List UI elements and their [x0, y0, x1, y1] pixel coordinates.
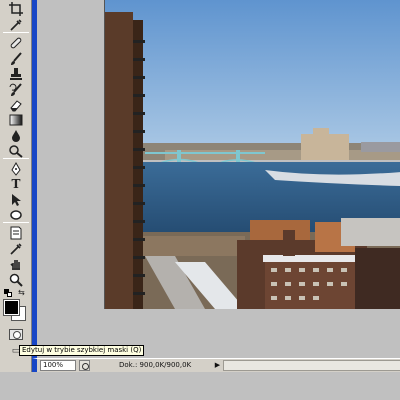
shape-icon[interactable]	[6, 207, 26, 223]
horizontal-scrollbar[interactable]	[223, 360, 400, 371]
status-bar: 100% Dok.: 900,0K/900,0K ▶	[32, 358, 400, 372]
eraser-icon[interactable]	[6, 97, 26, 113]
eyedropper-icon[interactable]	[6, 17, 26, 33]
document-size-info: Dok.: 900,0K/900,0K	[119, 361, 192, 369]
zoom-level-field[interactable]: 100%	[40, 360, 76, 371]
zoom-icon[interactable]	[6, 272, 26, 288]
toolbox-divider	[3, 222, 29, 223]
hand-icon[interactable]	[6, 256, 26, 272]
path-selection-icon[interactable]	[6, 192, 26, 208]
dodge-icon[interactable]	[6, 143, 26, 159]
gradient-icon[interactable]	[6, 112, 26, 128]
clone-stamp-icon[interactable]	[6, 66, 26, 82]
crop-icon[interactable]	[6, 1, 26, 17]
photo-canvas[interactable]	[104, 0, 400, 309]
toolbox-divider	[3, 32, 29, 33]
workspace-background	[0, 372, 400, 400]
default-colors-icon[interactable]	[4, 289, 12, 297]
pen-icon[interactable]	[6, 161, 26, 177]
quick-mask-icon[interactable]	[9, 329, 23, 340]
history-brush-icon[interactable]	[6, 82, 26, 98]
toolbox: T ⇆ ▭	[0, 0, 32, 372]
status-info-icon[interactable]	[79, 360, 90, 371]
blur-icon[interactable]	[6, 128, 26, 144]
type-icon[interactable]: T	[6, 176, 26, 192]
notes-icon[interactable]	[6, 225, 26, 241]
photoshop-window: T ⇆ ▭ 100% Dok.: 900,0K/900,0K ▶ Edytuj …	[0, 0, 400, 400]
foreground-color-swatch[interactable]	[3, 299, 20, 316]
eyedropper-2-icon[interactable]	[6, 241, 26, 257]
brush-icon[interactable]	[6, 51, 26, 67]
toolbox-divider	[3, 158, 29, 159]
swap-colors-icon[interactable]: ⇆	[18, 289, 27, 297]
status-menu-arrow-icon[interactable]: ▶	[213, 360, 222, 371]
city-river-photo	[105, 0, 400, 309]
healing-brush-icon[interactable]	[6, 35, 26, 51]
quick-mask-tooltip: Edytuj w trybie szybkiej maski (Q)	[19, 345, 145, 356]
